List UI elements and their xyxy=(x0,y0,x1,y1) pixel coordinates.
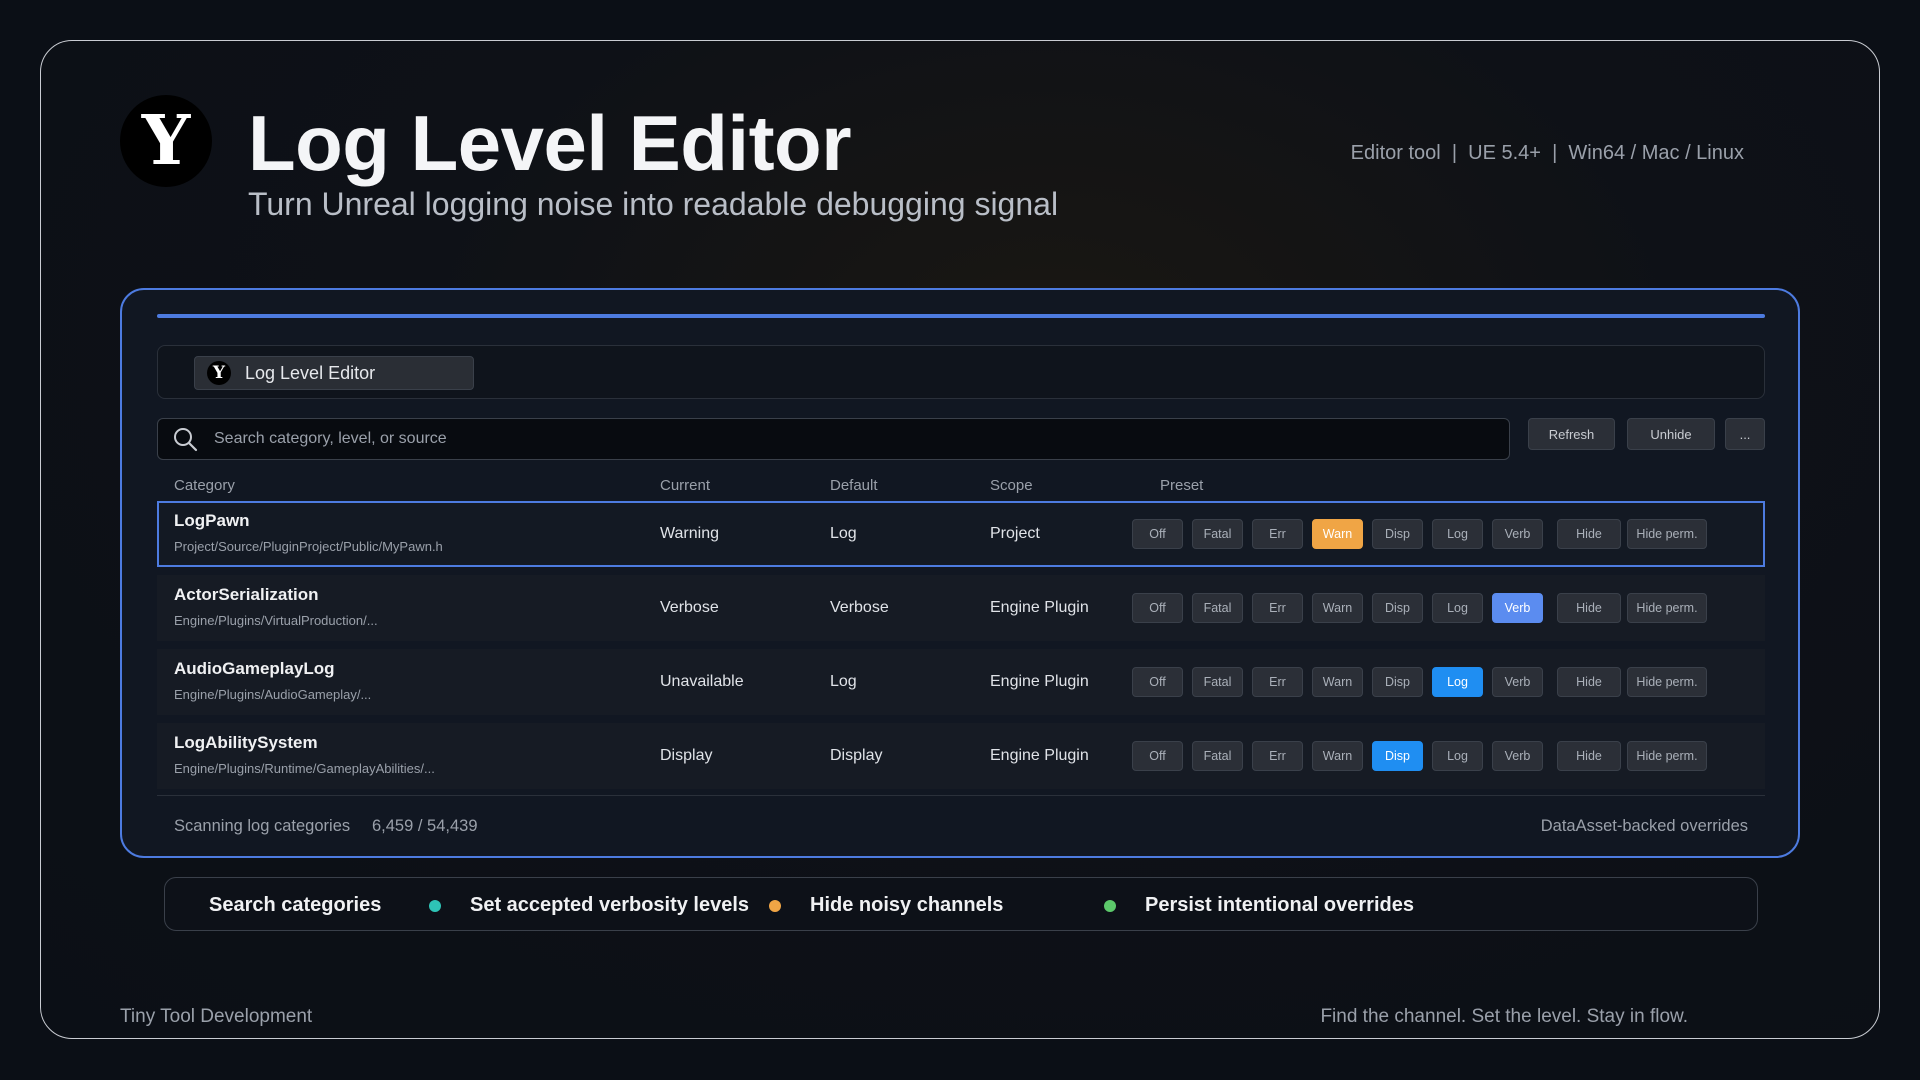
level-button-verb[interactable]: Verb xyxy=(1492,667,1543,697)
feature-hide: Hide noisy channels xyxy=(810,894,1004,916)
override-source: DataAsset-backed overrides xyxy=(1540,817,1748,835)
scan-count: 6,459 / 54,439 xyxy=(372,817,478,835)
level-button-err[interactable]: Err xyxy=(1252,593,1303,623)
table-row[interactable]: LogPawn Project/Source/PluginProject/Publ… xyxy=(157,501,1765,567)
platform-meta: Editor tool | UE 5.4+ | Win64 / Mac / Li… xyxy=(1350,142,1744,164)
level-button-fatal[interactable]: Fatal xyxy=(1192,519,1243,549)
category-name: AudioGameplayLog xyxy=(174,659,335,678)
level-button-log[interactable]: Log xyxy=(1432,667,1483,697)
level-button-log[interactable]: Log xyxy=(1432,741,1483,771)
logo-badge: Y xyxy=(120,95,212,187)
level-button-disp[interactable]: Disp xyxy=(1372,667,1423,697)
default-level: Verbose xyxy=(830,599,889,616)
current-level: Warning xyxy=(660,525,719,542)
default-level: Display xyxy=(830,747,883,764)
level-button-off[interactable]: Off xyxy=(1132,667,1183,697)
more-button[interactable]: ... xyxy=(1725,418,1765,450)
feature-persist: Persist intentional overrides xyxy=(1145,894,1414,916)
level-button-warn[interactable]: Warn xyxy=(1312,667,1363,697)
table-row[interactable]: LogAbilitySystem Engine/Plugins/Runtime/G… xyxy=(157,723,1765,789)
level-button-err[interactable]: Err xyxy=(1252,667,1303,697)
default-level: Log xyxy=(830,673,857,690)
scope-value: Project xyxy=(990,525,1040,542)
hide-permanently-button[interactable]: Hide perm. xyxy=(1627,741,1707,771)
category-path: Engine/Plugins/AudioGameplay/... xyxy=(174,687,372,702)
footer-brand: Tiny Tool Development xyxy=(120,1006,313,1027)
level-button-disp[interactable]: Disp xyxy=(1372,593,1423,623)
level-button-verb[interactable]: Verb xyxy=(1492,741,1543,771)
tab-logo-icon: Y xyxy=(207,361,231,385)
level-button-verb[interactable]: Verb xyxy=(1492,593,1543,623)
hide-button[interactable]: Hide xyxy=(1557,741,1621,771)
feature-dot-orange xyxy=(769,900,781,912)
table-row[interactable]: ActorSerialization Engine/Plugins/Virtual… xyxy=(157,575,1765,641)
level-button-fatal[interactable]: Fatal xyxy=(1192,741,1243,771)
hide-permanently-button[interactable]: Hide perm. xyxy=(1627,519,1707,549)
search-input[interactable] xyxy=(214,430,1414,448)
column-header-current[interactable]: Current xyxy=(660,477,710,494)
level-button-warn[interactable]: Warn xyxy=(1312,593,1363,623)
feature-dot-teal xyxy=(429,900,441,912)
level-button-off[interactable]: Off xyxy=(1132,593,1183,623)
level-button-off[interactable]: Off xyxy=(1132,519,1183,549)
feature-strip: Search categories Set accepted verbosity… xyxy=(164,877,1758,931)
category-name: ActorSerialization xyxy=(174,585,319,604)
scope-value: Engine Plugin xyxy=(990,673,1089,690)
status-divider xyxy=(157,795,1765,796)
level-button-err[interactable]: Err xyxy=(1252,519,1303,549)
page-title: Log Level Editor xyxy=(248,99,852,187)
hide-permanently-button[interactable]: Hide perm. xyxy=(1627,593,1707,623)
level-button-disp[interactable]: Disp xyxy=(1372,519,1423,549)
refresh-button[interactable]: Refresh xyxy=(1528,418,1615,450)
scanning-status: Scanning log categories xyxy=(174,817,351,835)
default-level: Log xyxy=(830,525,857,542)
feature-verbosity: Set accepted verbosity levels xyxy=(470,894,750,916)
level-button-fatal[interactable]: Fatal xyxy=(1192,667,1243,697)
level-button-verb[interactable]: Verb xyxy=(1492,519,1543,549)
column-header-scope[interactable]: Scope xyxy=(990,477,1033,494)
current-level: Verbose xyxy=(660,599,719,616)
search-icon xyxy=(174,428,198,452)
category-path: Project/Source/PluginProject/Public/MyPa… xyxy=(174,539,443,554)
unhide-button[interactable]: Unhide xyxy=(1627,418,1715,450)
accent-line xyxy=(157,314,1765,318)
scope-value: Engine Plugin xyxy=(990,747,1089,764)
hide-button[interactable]: Hide xyxy=(1557,667,1621,697)
feature-dot-green xyxy=(1104,900,1116,912)
editor-panel: Y Log Level Editor Refresh Unhide ... Ca… xyxy=(120,288,1800,858)
page-subtitle: Turn Unreal logging noise into readable … xyxy=(248,186,1059,222)
category-path: Engine/Plugins/VirtualProduction/... xyxy=(174,613,378,628)
column-header-default[interactable]: Default xyxy=(830,477,878,494)
level-button-log[interactable]: Log xyxy=(1432,519,1483,549)
category-name: LogPawn xyxy=(174,511,250,530)
level-button-err[interactable]: Err xyxy=(1252,741,1303,771)
level-button-fatal[interactable]: Fatal xyxy=(1192,593,1243,623)
level-button-log[interactable]: Log xyxy=(1432,593,1483,623)
footer-tagline: Find the channel. Set the level. Stay in… xyxy=(1320,1006,1688,1027)
tab-bar: Y Log Level Editor xyxy=(157,345,1765,399)
table-row[interactable]: AudioGameplayLog Engine/Plugins/AudioGame… xyxy=(157,649,1765,715)
tab-log-level-editor[interactable]: Y Log Level Editor xyxy=(194,356,474,390)
hide-button[interactable]: Hide xyxy=(1557,519,1621,549)
scope-value: Engine Plugin xyxy=(990,599,1089,616)
tab-label: Log Level Editor xyxy=(245,362,376,383)
level-button-warn[interactable]: Warn xyxy=(1312,519,1363,549)
feature-search: Search categories xyxy=(209,894,382,916)
hide-button[interactable]: Hide xyxy=(1557,593,1621,623)
level-button-warn[interactable]: Warn xyxy=(1312,741,1363,771)
search-box xyxy=(157,418,1510,460)
category-name: LogAbilitySystem xyxy=(174,733,318,752)
category-path: Engine/Plugins/Runtime/GameplayAbilities… xyxy=(174,761,435,776)
column-header-category[interactable]: Category xyxy=(174,477,235,494)
current-level: Unavailable xyxy=(660,673,744,690)
hide-permanently-button[interactable]: Hide perm. xyxy=(1627,667,1707,697)
level-button-disp[interactable]: Disp xyxy=(1372,741,1423,771)
column-header-preset[interactable]: Preset xyxy=(1160,477,1203,494)
level-button-off[interactable]: Off xyxy=(1132,741,1183,771)
current-level: Display xyxy=(660,747,713,764)
